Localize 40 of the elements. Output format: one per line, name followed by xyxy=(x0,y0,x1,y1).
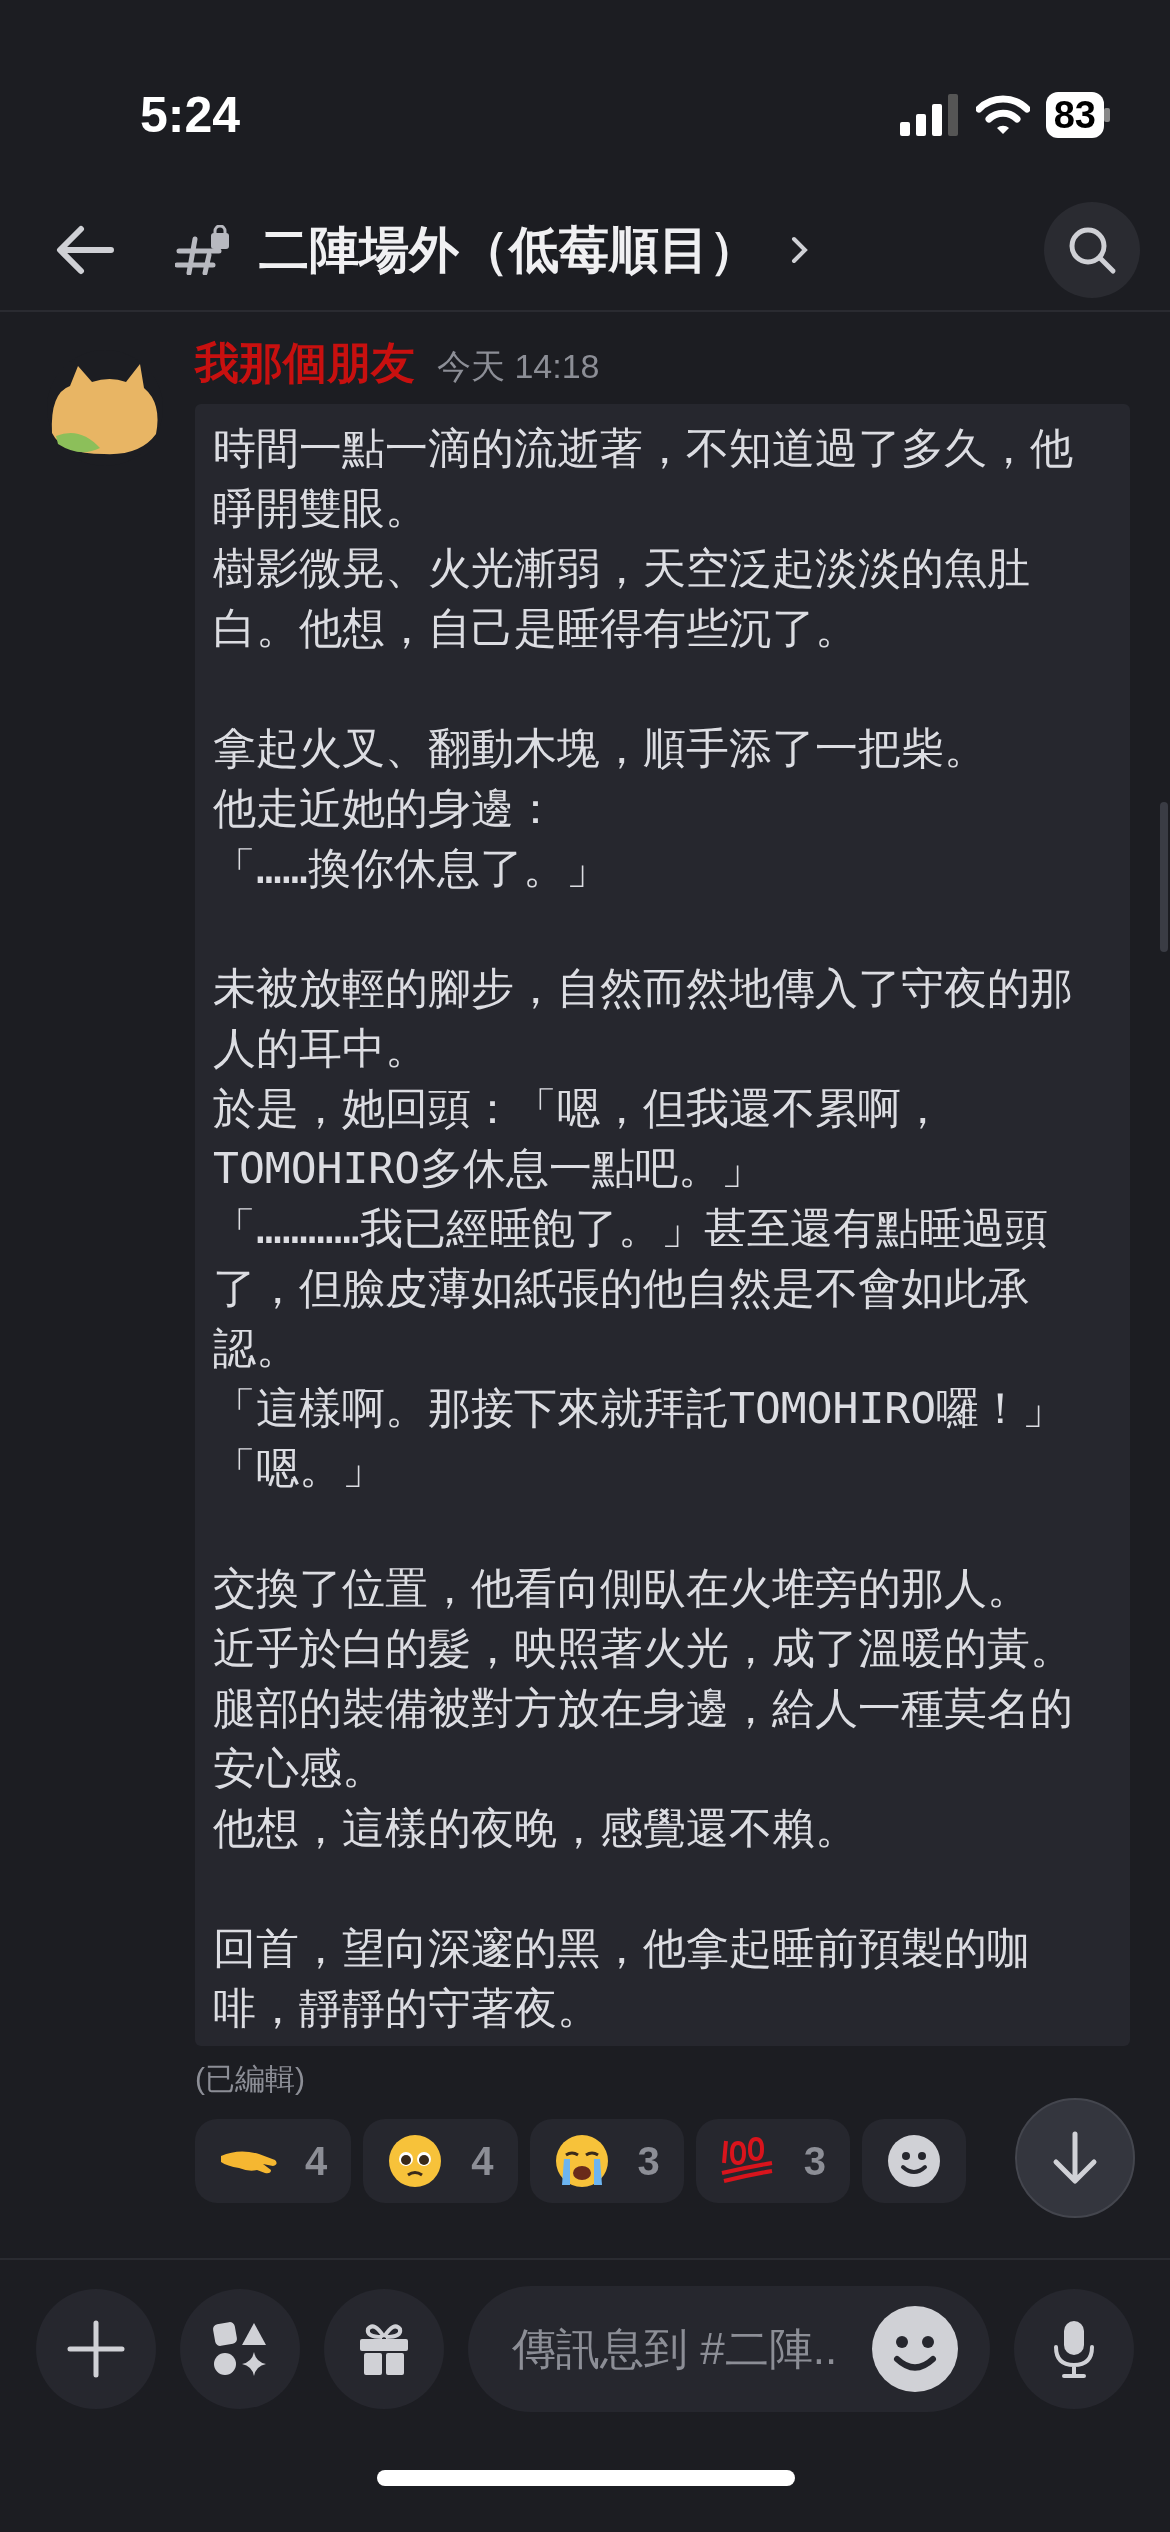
plus-icon xyxy=(66,2319,126,2379)
reaction-button[interactable]: 4 xyxy=(363,2119,518,2203)
crying-face-icon xyxy=(553,2133,610,2189)
hashtag-lock-icon xyxy=(175,225,231,275)
clock-time: 5:24 xyxy=(140,85,241,145)
message-line: 拿起火叉、翻動木塊，順手添了一把柴。 xyxy=(213,722,988,775)
smiley-icon[interactable] xyxy=(870,2304,960,2394)
message-line: 回首，望向深邃的黑，他拿起睡前預製的咖啡，靜靜的守著夜。 xyxy=(213,1922,1031,2035)
search-icon xyxy=(1067,225,1117,275)
back-arrow-icon xyxy=(55,225,115,275)
message-input[interactable]: 傳訊息到 #二陣.. xyxy=(468,2286,990,2412)
message-line: 近乎於白的髮，映照著火光，成了溫暖的黃。 xyxy=(213,1622,1074,1675)
message-timestamp: 今天 14:18 xyxy=(437,346,600,387)
message-line: 他想，這樣的夜晚，感覺還不賴。 xyxy=(213,1802,859,1855)
author-name[interactable]: 我那個朋友 xyxy=(195,330,415,396)
message-line: 腿部的裝備被對方放在身邊，給人一種莫名的安心感。 xyxy=(213,1682,1074,1795)
message-line: 樹影微晃、火光漸弱，天空泛起淡淡的魚肚白。他想，自己是睡得有些沉了。 xyxy=(213,542,1031,655)
message-line: 「…………我已經睡飽了。」甚至還有點睡過頭了，但臉皮薄如紙張的他自然是不會如此承認。 xyxy=(213,1202,1049,1375)
message-line: 「這樣啊。那接下來就拜託TOMOHIRO囉！」 xyxy=(213,1382,1067,1435)
message-line: 時間一點一滴的流逝著，不知道過了多久，他睜開雙眼。 xyxy=(213,422,1074,535)
edited-label: (已編輯) xyxy=(195,2061,306,2097)
reaction-button[interactable]: 4 xyxy=(195,2119,352,2203)
reaction-button[interactable]: 3 xyxy=(695,2119,850,2203)
wifi-icon xyxy=(975,95,1030,135)
reaction-button[interactable]: 3 xyxy=(529,2119,684,2203)
back-button[interactable] xyxy=(55,225,115,275)
pleading-face-icon xyxy=(387,2133,444,2189)
message-line: 「嗯。」 xyxy=(213,1442,386,1495)
message-line: 交換了位置，他看向側臥在火堆旁的那人。 xyxy=(213,1562,1031,1615)
chevron-right-icon xyxy=(791,236,809,264)
signal-icon xyxy=(899,94,960,136)
message-line: 「……換你休息了。」 xyxy=(213,842,610,895)
add-reaction-button[interactable] xyxy=(862,2119,966,2203)
message-line: 未被放輕的腳步，自然而然地傳入了守夜的那人的耳中。 xyxy=(213,962,1074,1075)
message-line: 他走近她的身邊： xyxy=(213,782,558,835)
battery-level: 83 xyxy=(1045,92,1104,138)
message-line: 於是，她回頭：「嗯，但我還不累啊，TOMOHIRO多休息一點吧。」 xyxy=(213,1082,945,1195)
battery-cap-icon xyxy=(1104,108,1110,122)
channel-title[interactable]: 二陣場外（低莓順目） xyxy=(259,212,759,288)
smiley-icon xyxy=(886,2133,942,2189)
